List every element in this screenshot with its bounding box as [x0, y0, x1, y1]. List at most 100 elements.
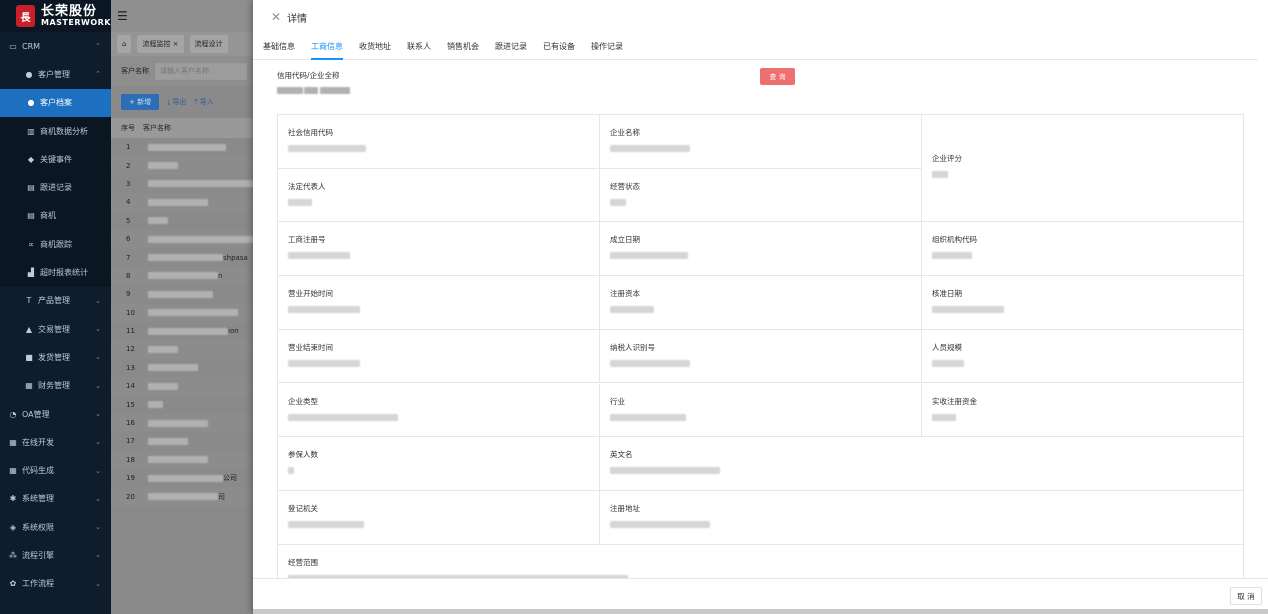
info-label: 行业 — [610, 396, 625, 406]
chevron-down-icon: ⌄ — [95, 296, 101, 305]
row-index: 8 — [126, 271, 131, 280]
business-info-grid: 社会信用代码 企业名称 企业评分 法定代表人 经营状态 工商注册号 成立日期 组织机构代码 营业… — [277, 114, 1244, 579]
info-label: 纳税人识别号 — [610, 342, 655, 352]
info-value-redacted — [610, 145, 690, 154]
sidebar-item-8[interactable]: ▟ 超时报表统计 — [0, 258, 111, 287]
customer-name-redacted — [148, 364, 198, 372]
tag-home[interactable]: ⌂ — [117, 35, 132, 53]
sidebar-item-19[interactable]: ✿ 工作流程 ⌄ — [0, 570, 111, 598]
logo: 長 长荣股份 MASTERWORK — [0, 0, 111, 32]
sidebar-item-2[interactable]: ● 客户档案 — [0, 88, 111, 117]
sidebar-item-3[interactable]: ▥ 商机数据分析 — [0, 116, 111, 146]
info-cell: 法定代表人 — [278, 168, 600, 223]
tab-5[interactable]: 跟进记录 — [495, 33, 527, 59]
sidebar-item-6[interactable]: ▤ 商机 — [0, 201, 111, 231]
sidebar-menu: ▭ CRM ⌃ ● 客户管理 ⌃ ● 客户档案 ▥ 商机数据分析 ◆ 关键事件 ▤ 跟进记录 ▤ 商机 ∝ 商机跟… — [0, 32, 111, 598]
sidebar-item-5[interactable]: ▤ 跟进记录 — [0, 173, 111, 202]
tag-icon: T — [26, 296, 32, 306]
row-index: 13 — [126, 363, 135, 372]
sidebar-item-18[interactable]: ⁂ 流程引擎 ⌄ — [0, 541, 111, 569]
sidebar-item-15[interactable]: ▦ 代码生成 ⌄ — [0, 456, 111, 484]
sidebar-item-1[interactable]: ● 客户管理 ⌃ — [0, 60, 111, 88]
info-value-redacted — [932, 306, 1004, 315]
chevron-down-icon: ⌄ — [95, 466, 101, 475]
info-value-redacted — [610, 306, 654, 315]
add-button[interactable]: + 新增 — [121, 94, 160, 110]
info-value-redacted — [288, 145, 366, 154]
tag-process-monitor[interactable]: 流程监控 × — [137, 35, 184, 53]
tab-0[interactable]: 基础信息 — [263, 33, 295, 59]
col-customer-name: 客户名称 — [143, 124, 171, 132]
sidebar-item-7[interactable]: ∝ 商机跟踪 — [0, 230, 111, 259]
customer-name-redacted — [148, 162, 178, 170]
sidebar-item-16[interactable]: ✱ 系统管理 ⌄ — [0, 485, 111, 513]
sidebar-item-label: OA管理 — [22, 409, 50, 419]
sidebar-item-label: 在线开发 — [22, 437, 54, 447]
customer-name-redacted — [148, 309, 238, 317]
close-icon[interactable]: ✕ — [271, 10, 281, 24]
sidebar: 長 长荣股份 MASTERWORK ▭ CRM ⌃ ● 客户管理 ⌃ ● 客户档案 ▥ 商机数据分… — [0, 0, 111, 614]
sidebar-item-label: 财务管理 — [38, 381, 70, 391]
sidebar-item-label: 商机 — [40, 211, 56, 221]
sidebar-item-13[interactable]: ◔ OA管理 ⌄ — [0, 400, 111, 428]
customer-search-input[interactable] — [155, 62, 247, 80]
sidebar-item-label: 工作流程 — [22, 579, 54, 589]
info-value-redacted — [288, 198, 312, 208]
tab-1[interactable]: 工商信息 — [311, 33, 343, 60]
sidebar-item-9[interactable]: T 产品管理 ⌄ — [0, 287, 111, 315]
sidebar-item-label: 关键事件 — [40, 154, 72, 164]
row-index: 2 — [126, 161, 131, 170]
sidebar-item-14[interactable]: ▦ 在线开发 ⌄ — [0, 428, 111, 456]
info-label: 核准日期 — [932, 289, 962, 299]
customer-name-redacted — [148, 437, 188, 445]
info-value-redacted — [932, 171, 948, 180]
sidebar-item-0[interactable]: ▭ CRM ⌃ — [0, 32, 111, 60]
customer-name-redacted — [148, 493, 218, 501]
row-index: 3 — [126, 179, 131, 188]
sidebar-item-label: 系统权限 — [22, 522, 54, 532]
hamburger-icon[interactable]: ☰ — [117, 9, 128, 23]
detail-drawer: ✕ 详情 基础信息 工商信息 收货地址 联系人 销售机会 跟进记录 已有设备 操作记录 信用代… — [253, 0, 1268, 614]
tab-6[interactable]: 已有设备 — [543, 33, 575, 59]
sidebar-item-10[interactable]: ▲ 交易管理 ⌄ — [0, 315, 111, 343]
credit-area: 信用代码/企业全称 查 询 — [253, 60, 1268, 110]
info-label: 人员规模 — [932, 342, 962, 352]
info-label: 成立日期 — [610, 235, 640, 245]
list-icon: ▤ — [27, 183, 35, 193]
info-label: 登记机关 — [288, 503, 318, 513]
cancel-button[interactable]: 取 消 — [1230, 587, 1262, 605]
sidebar-item-label: 客户管理 — [38, 69, 70, 79]
sidebar-item-label: 发货管理 — [38, 352, 70, 362]
row-index: 7 — [126, 253, 131, 262]
info-cell: 实收注册资金 — [922, 384, 1243, 438]
info-value-redacted — [288, 252, 350, 261]
sidebar-item-11[interactable]: ■ 发货管理 ⌄ — [0, 343, 111, 371]
people-icon: ◔ — [9, 409, 17, 419]
tab-4[interactable]: 销售机会 — [447, 33, 479, 59]
chevron-down-icon: ⌄ — [95, 353, 101, 362]
info-label: 营业结束时间 — [288, 342, 333, 352]
horizontal-scrollbar[interactable] — [253, 609, 1268, 614]
sidebar-item-label: 超时报表统计 — [40, 268, 88, 278]
query-button[interactable]: 查 询 — [760, 68, 795, 85]
info-value-redacted — [932, 252, 972, 261]
chevron-down-icon: ⌄ — [95, 579, 101, 588]
sidebar-item-17[interactable]: ◈ 系统权限 ⌄ — [0, 513, 111, 541]
chevron-up-icon: ⌃ — [95, 70, 101, 79]
tab-2[interactable]: 收货地址 — [359, 33, 391, 59]
chevron-down-icon: ⌄ — [95, 325, 101, 334]
credit-label: 信用代码/企业全称 — [277, 71, 340, 80]
tag-process-design[interactable]: 流程设计 — [189, 35, 228, 53]
tab-7[interactable]: 操作记录 — [591, 33, 623, 59]
row-index: 11 — [126, 327, 135, 336]
tab-3[interactable]: 联系人 — [407, 33, 431, 59]
export-button[interactable]: ⤓ 导出 — [167, 97, 186, 107]
row-index: 10 — [126, 308, 135, 317]
info-cell: 社会信用代码 — [278, 115, 600, 169]
sidebar-item-12[interactable]: ▦ 财务管理 ⌄ — [0, 372, 111, 400]
info-value-redacted — [610, 198, 626, 208]
bar-icon: ▟ — [27, 268, 35, 278]
customer-name-redacted — [148, 290, 213, 298]
import-button[interactable]: ⤒ 导入 — [194, 97, 213, 107]
sidebar-item-4[interactable]: ◆ 关键事件 — [0, 145, 111, 174]
